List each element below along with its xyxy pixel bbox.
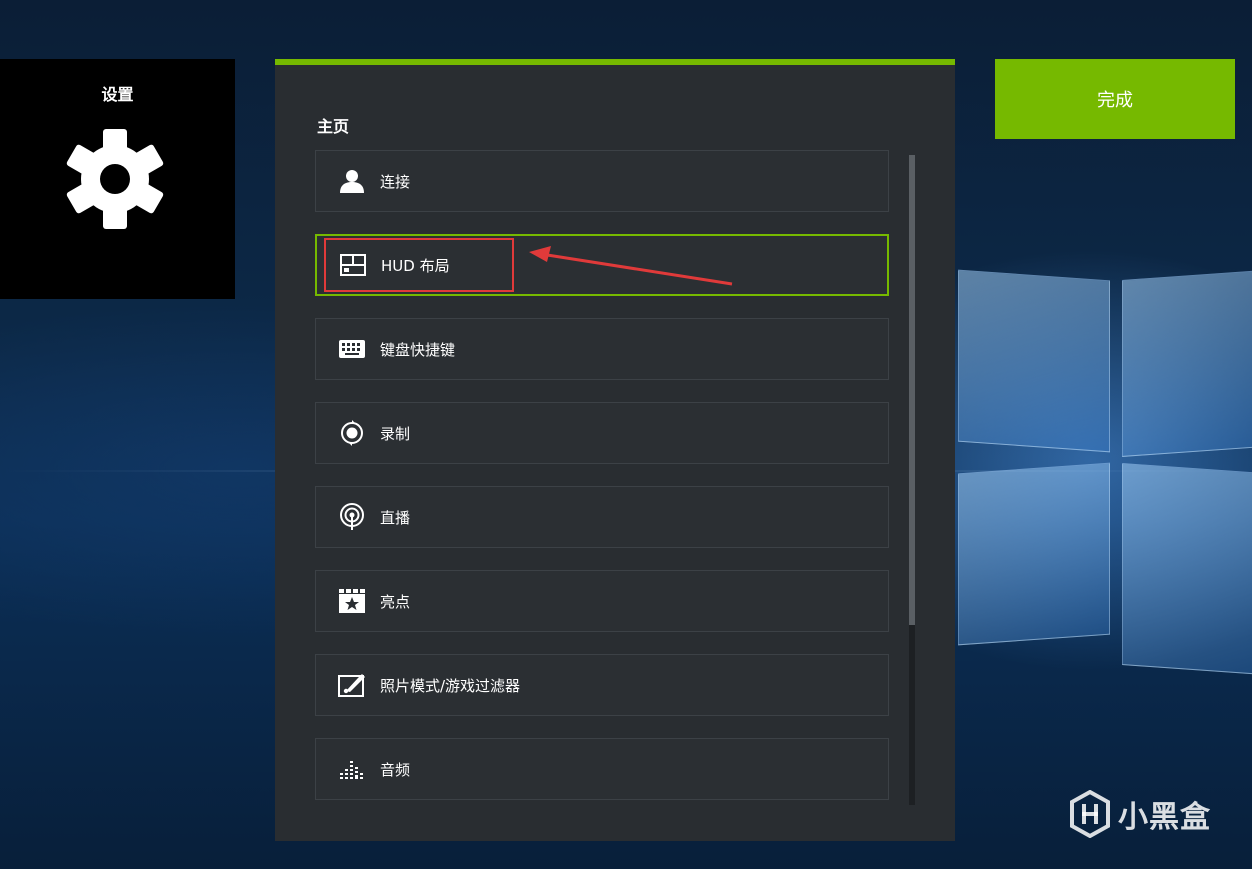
hud-layout-icon [339, 251, 367, 279]
menu-list: 连接 HUD 布局 键盘快捷键 录制 直播 亮点 照片模式/游戏过滤器 音频 [315, 150, 889, 822]
menu-item-keyboard-shortcuts[interactable]: 键盘快捷键 [315, 318, 889, 380]
menu-item-label: 音频 [380, 760, 411, 779]
user-icon [338, 167, 366, 195]
wallpaper-pane [958, 269, 1110, 453]
settings-tile: 设置 [0, 59, 235, 299]
menu-item-label: HUD 布局 [381, 256, 450, 275]
wallpaper-pane [1122, 463, 1252, 675]
photo-mode-icon [338, 671, 366, 699]
menu-item-broadcast[interactable]: 直播 [315, 486, 889, 548]
highlights-icon [338, 587, 366, 615]
scrollbar-thumb[interactable] [909, 155, 915, 625]
page-title: 主页 [317, 117, 350, 136]
menu-item-label: 亮点 [380, 592, 411, 611]
keyboard-icon [338, 335, 366, 363]
menu-item-hud-layout[interactable]: HUD 布局 [315, 234, 889, 296]
wallpaper-pane [1122, 270, 1252, 457]
scrollbar[interactable] [909, 155, 915, 805]
settings-title: 设置 [101, 85, 134, 104]
menu-item-label: 键盘快捷键 [380, 340, 456, 359]
watermark-text: 小黑盒 [1118, 800, 1211, 835]
menu-item-highlights[interactable]: 亮点 [315, 570, 889, 632]
menu-item-photo-mode[interactable]: 照片模式/游戏过滤器 [315, 654, 889, 716]
wallpaper-pane [958, 462, 1110, 646]
done-button[interactable]: 完成 [995, 59, 1235, 139]
audio-icon [338, 755, 366, 783]
broadcast-icon [338, 503, 366, 531]
record-icon [338, 419, 366, 447]
gear-icon [66, 129, 164, 229]
watermark-logo-icon [1070, 790, 1110, 838]
menu-item-recording[interactable]: 录制 [315, 402, 889, 464]
menu-item-connection[interactable]: 连接 [315, 150, 889, 212]
menu-item-label: 照片模式/游戏过滤器 [380, 676, 521, 695]
settings-panel: 主页 连接 HUD 布局 键盘快捷键 录制 直播 亮点 照片模式/游戏过滤器 音… [275, 59, 955, 841]
annotation-arrow-icon [529, 246, 733, 286]
menu-item-label: 录制 [380, 424, 411, 443]
watermark: 小黑盒 [1068, 790, 1211, 838]
menu-item-label: 连接 [380, 172, 411, 191]
menu-item-label: 直播 [380, 508, 411, 527]
menu-item-audio[interactable]: 音频 [315, 738, 889, 800]
